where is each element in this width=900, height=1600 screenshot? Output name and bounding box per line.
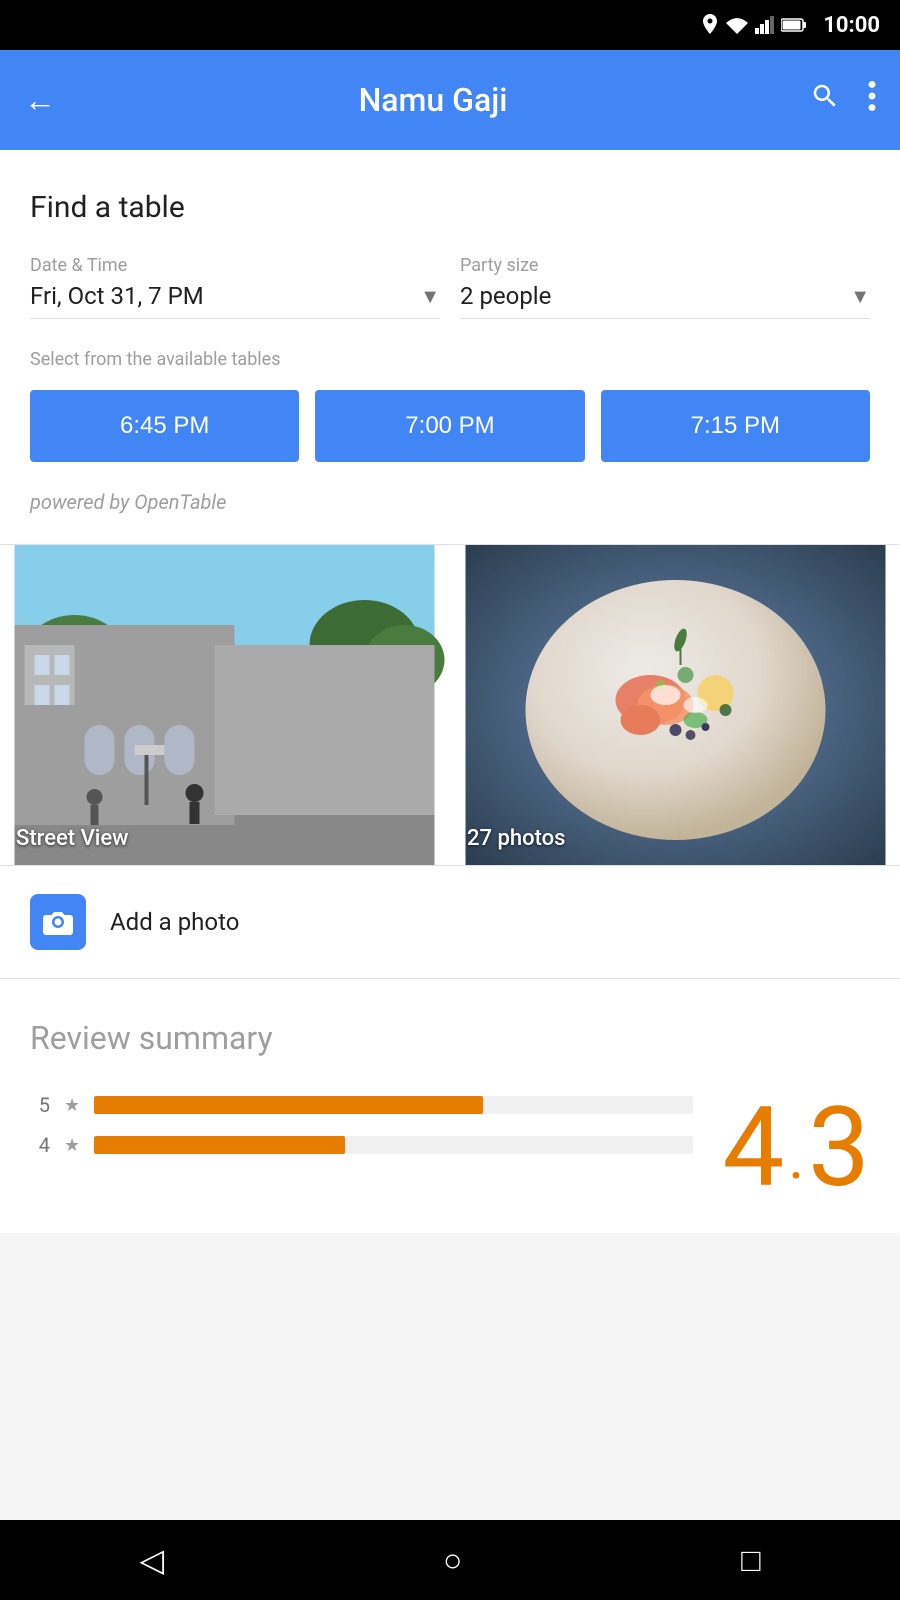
more-button[interactable] — [868, 81, 876, 119]
dropdowns-row: Date & Time Fri, Oct 31, 7 PM ▼ Party si… — [30, 255, 870, 319]
nav-home[interactable]: ○ — [443, 1541, 462, 1579]
review-title: Review summary — [30, 1019, 870, 1057]
add-photo-row[interactable]: Add a photo — [0, 865, 900, 979]
bar-row-5: 5 ★ — [30, 1093, 693, 1117]
date-time-arrow: ▼ — [420, 284, 440, 309]
bar-track-4 — [94, 1136, 692, 1154]
bars-column: 5 ★ 4 ★ — [30, 1093, 693, 1173]
date-time-label: Date & Time — [30, 255, 440, 276]
photos-row: Street View — [0, 545, 900, 865]
time-buttons: 6:45 PM 7:00 PM 7:15 PM — [30, 390, 870, 462]
app-bar: ← Namu Gaji — [0, 50, 900, 150]
find-table-title: Find a table — [30, 190, 870, 225]
star-icon-5: ★ — [64, 1095, 80, 1116]
battery-icon — [781, 17, 807, 33]
app-bar-title: Namu Gaji — [76, 81, 790, 119]
available-tables-label: Select from the available tables — [30, 349, 870, 370]
powered-by: powered by OpenTable — [30, 490, 870, 514]
wifi-icon — [725, 16, 749, 34]
street-view-tile[interactable]: Street View — [0, 545, 449, 865]
camera-icon — [42, 908, 74, 936]
bar-num-4: 4 — [30, 1133, 50, 1157]
time-slot-700[interactable]: 7:00 PM — [315, 390, 584, 462]
rating-decimal: . — [788, 1122, 804, 1193]
signal-icon — [755, 16, 775, 34]
review-section: Review summary 5 ★ 4 ★ — [0, 979, 900, 1233]
camera-icon-wrapper[interactable] — [30, 894, 86, 950]
time-slot-645[interactable]: 6:45 PM — [30, 390, 299, 462]
bar-fill-5 — [94, 1096, 483, 1114]
bottom-nav: ◁ ○ □ — [0, 1520, 900, 1600]
street-view-label: Street View — [16, 826, 129, 851]
bar-track-5 — [94, 1096, 692, 1114]
bar-row-4: 4 ★ — [30, 1133, 693, 1157]
status-time: 10:00 — [823, 13, 880, 38]
party-size-dropdown[interactable]: Party size 2 people ▼ — [460, 255, 870, 319]
search-button[interactable] — [810, 81, 840, 119]
big-rating: 4 . 3 — [723, 1093, 870, 1203]
nav-recent[interactable]: □ — [741, 1541, 760, 1579]
time-slot-715[interactable]: 7:15 PM — [601, 390, 870, 462]
party-size-label: Party size — [460, 255, 870, 276]
status-bar: 10:00 — [0, 0, 900, 50]
status-icons — [701, 14, 807, 36]
party-size-arrow: ▼ — [850, 284, 870, 309]
rating-integer: 4 — [723, 1093, 785, 1203]
street-view-image — [0, 545, 449, 865]
photos-count-label: 27 photos — [467, 826, 565, 851]
date-time-dropdown[interactable]: Date & Time Fri, Oct 31, 7 PM ▼ — [30, 255, 440, 319]
party-size-value[interactable]: 2 people ▼ — [460, 282, 870, 319]
star-icon-4: ★ — [64, 1135, 80, 1156]
bar-fill-4 — [94, 1136, 345, 1154]
food-photos-tile[interactable]: 27 photos — [449, 545, 900, 865]
food-photo-image — [451, 545, 900, 865]
rating-chart: 5 ★ 4 ★ 4 . 3 — [30, 1093, 870, 1203]
nav-back[interactable]: ◁ — [139, 1541, 164, 1579]
find-table-section: Find a table Date & Time Fri, Oct 31, 7 … — [0, 150, 900, 544]
bar-num-5: 5 — [30, 1093, 50, 1117]
rating-fraction: 3 — [808, 1093, 870, 1203]
back-button[interactable]: ← — [24, 81, 56, 119]
add-photo-text: Add a photo — [110, 908, 239, 936]
app-bar-actions — [810, 81, 876, 119]
location-icon — [701, 14, 719, 36]
date-time-value[interactable]: Fri, Oct 31, 7 PM ▼ — [30, 282, 440, 319]
main-content: Find a table Date & Time Fri, Oct 31, 7 … — [0, 150, 900, 1233]
